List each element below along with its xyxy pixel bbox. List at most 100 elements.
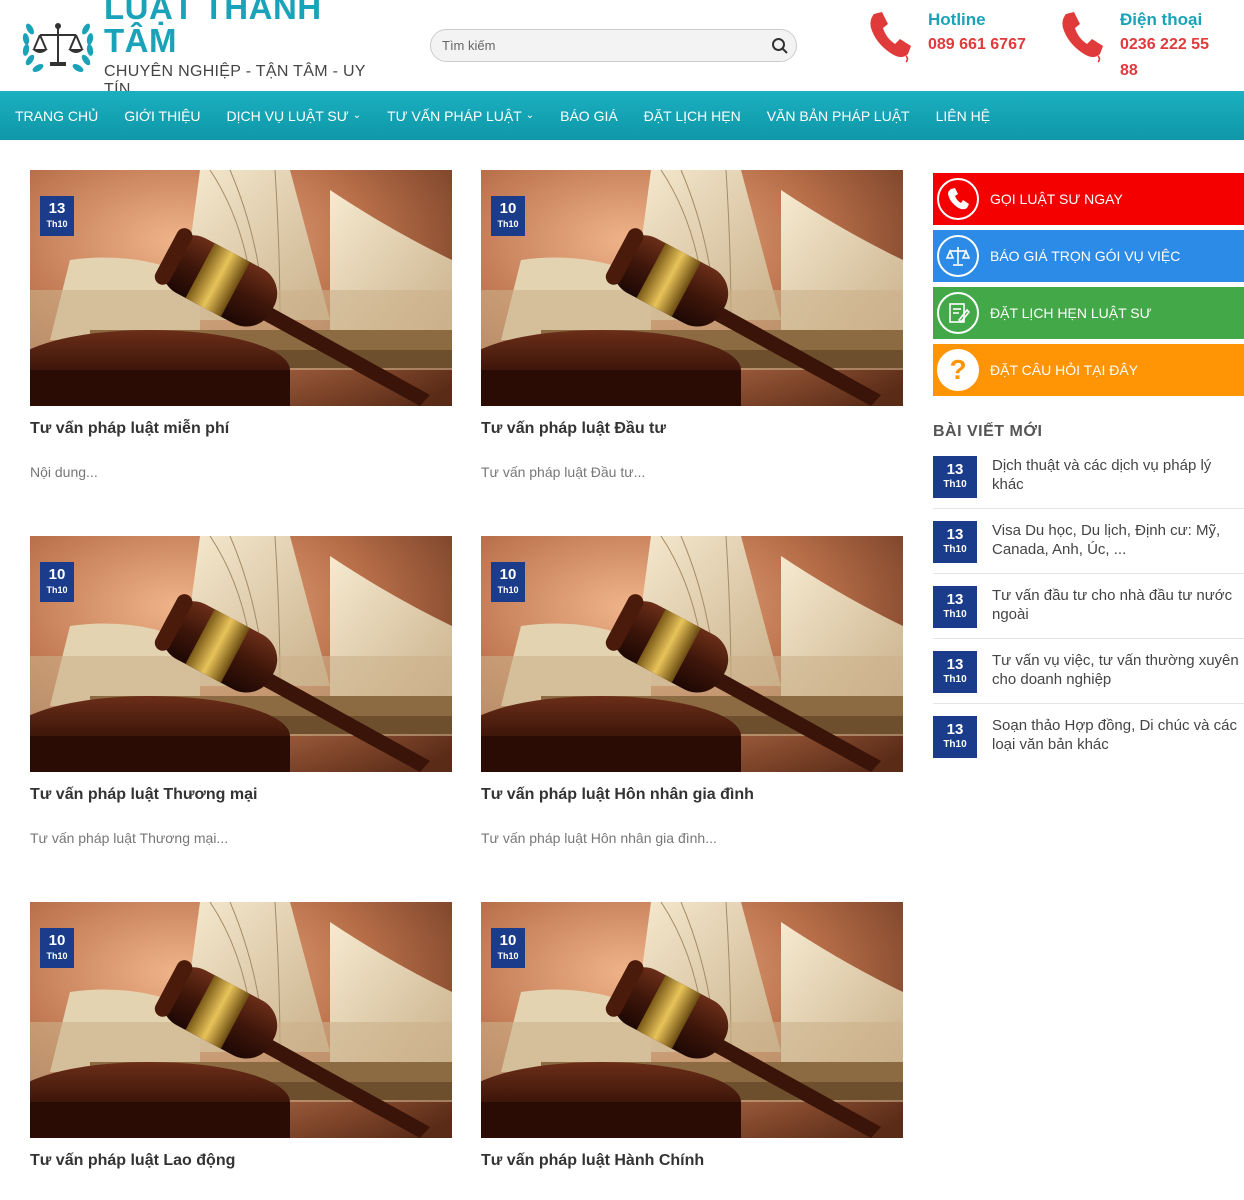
post-image[interactable]: 13 Th10 bbox=[30, 170, 452, 406]
date-month: Th10 bbox=[497, 219, 519, 229]
cta-label: ĐẶT CÂU HỎI TẠI ĐÂY bbox=[990, 362, 1139, 378]
divider bbox=[933, 638, 1244, 639]
site-header: LUẬT THANH TÂM CHUYÊN NGHIỆP - TẬN TÂM -… bbox=[0, 0, 1244, 98]
nav-contact[interactable]: LIÊN HỆ bbox=[936, 108, 990, 124]
post-excerpt: Tư vấn pháp luật Thương mại... bbox=[30, 830, 229, 846]
recent-posts-heading: BÀI VIẾT MỚI bbox=[933, 423, 1043, 440]
recent-post-item[interactable]: 13 Th10 Tư vấn vụ việc, tư vấn thường xuyê… bbox=[933, 651, 1244, 693]
book-appointment-button[interactable]: ĐẶT LỊCH HẸN LUẬT SƯ bbox=[933, 287, 1244, 339]
nav-about[interactable]: GIỚI THIỆU bbox=[124, 108, 200, 124]
date-month: Th10 bbox=[943, 739, 967, 750]
nav-label: TRANG CHỦ bbox=[15, 107, 99, 124]
post-card[interactable]: 10 Th10 Tư vấn pháp luật Thương mại Tư vấn … bbox=[30, 536, 452, 846]
nav-legal-advice[interactable]: TƯ VẤN PHÁP LUẬT ⌄ bbox=[387, 108, 534, 124]
search-bar bbox=[430, 29, 797, 62]
recent-post-title[interactable]: Tư vấn vụ việc, tư vấn thường xuyên cho … bbox=[992, 651, 1244, 693]
post-title[interactable]: Tư vấn pháp luật Lao động bbox=[30, 1152, 452, 1170]
phone-number-line2[interactable]: 88 bbox=[1120, 58, 1209, 84]
chevron-down-icon: ⌄ bbox=[525, 110, 535, 121]
post-image[interactable]: 10 Th10 bbox=[30, 902, 452, 1138]
post-excerpt: Tư vấn pháp luật Hôn nhân gia đình... bbox=[481, 830, 717, 846]
phone-number-line1[interactable]: 0236 222 55 bbox=[1120, 32, 1209, 58]
scales-icon bbox=[937, 235, 979, 277]
post-card[interactable]: 10 Th10 Tư vấn pháp luật Đầu tư Tư vấn pháp… bbox=[481, 170, 903, 480]
post-title[interactable]: Tư vấn pháp luật Đầu tư bbox=[481, 420, 903, 438]
nav-label: LIÊN HỆ bbox=[935, 107, 991, 124]
recent-post-item[interactable]: 13 Th10 Tư vấn đầu tư cho nhà đầu tư nước … bbox=[933, 586, 1244, 628]
date-month: Th10 bbox=[497, 585, 519, 595]
nav-label: BÁO GIÁ bbox=[560, 107, 618, 124]
recent-post-item[interactable]: 13 Th10 Dịch thuật và các dịch vụ pháp lý … bbox=[933, 456, 1244, 498]
nav-lawyer-services[interactable]: DỊCH VỤ LUẬT SƯ ⌄ bbox=[227, 108, 362, 124]
date-month: Th10 bbox=[46, 951, 68, 961]
date-badge: 13 Th10 bbox=[40, 196, 74, 236]
date-month: Th10 bbox=[943, 479, 967, 490]
date-badge: 13 Th10 bbox=[933, 586, 977, 628]
date-month: Th10 bbox=[46, 585, 68, 595]
nav-label: VĂN BẢN PHÁP LUẬT bbox=[766, 107, 910, 124]
post-card[interactable]: 10 Th10 Tư vấn pháp luật Hôn nhân gia đình… bbox=[481, 536, 903, 846]
post-title[interactable]: Tư vấn pháp luật miễn phí bbox=[30, 420, 452, 438]
price-quote-button[interactable]: BÁO GIÁ TRỌN GÓI VỤ VIỆC bbox=[933, 230, 1244, 282]
date-day: 10 bbox=[499, 566, 517, 583]
question-icon: ? bbox=[937, 349, 979, 391]
recent-post-item[interactable]: 13 Th10 Visa Du học, Du lịch, Định cư: Mỹ,… bbox=[933, 521, 1244, 563]
recent-post-title[interactable]: Tư vấn đầu tư cho nhà đầu tư nước ngoài bbox=[992, 586, 1244, 628]
date-day: 13 bbox=[946, 656, 964, 673]
date-day: 13 bbox=[946, 526, 964, 543]
scales-logo-icon bbox=[16, 7, 100, 83]
date-day: 10 bbox=[499, 200, 517, 217]
post-title[interactable]: Tư vấn pháp luật Hành Chính bbox=[481, 1152, 903, 1170]
date-badge: 10 Th10 bbox=[491, 928, 525, 968]
post-image[interactable]: 10 Th10 bbox=[30, 536, 452, 772]
post-title[interactable]: Tư vấn pháp luật Thương mại bbox=[30, 786, 452, 804]
date-badge: 10 Th10 bbox=[491, 196, 525, 236]
nav-label: ĐẶT LỊCH HẸN bbox=[643, 107, 741, 124]
post-image[interactable]: 10 Th10 bbox=[481, 536, 903, 772]
post-image[interactable]: 10 Th10 bbox=[481, 170, 903, 406]
hotline-contact[interactable]: Hotline 089 661 6767 bbox=[866, 8, 1026, 63]
nav-home[interactable]: TRANG CHỦ bbox=[15, 108, 98, 124]
hotline-number[interactable]: 089 661 6767 bbox=[928, 32, 1026, 58]
date-badge: 13 Th10 bbox=[933, 521, 977, 563]
date-badge: 13 Th10 bbox=[933, 716, 977, 758]
divider bbox=[933, 508, 1244, 509]
post-image[interactable]: 10 Th10 bbox=[481, 902, 903, 1138]
phone-contact[interactable]: Điện thoại 0236 222 55 88 bbox=[1058, 8, 1209, 84]
call-lawyer-button[interactable]: GỌI LUẬT SƯ NGAY bbox=[933, 173, 1244, 225]
ask-question-button[interactable]: ? ĐẶT CÂU HỎI TẠI ĐÂY bbox=[933, 344, 1244, 396]
search-input[interactable] bbox=[431, 30, 764, 61]
post-card[interactable]: 13 Th10 Tư vấn pháp luật miễn phí Nội dung.… bbox=[30, 170, 452, 480]
nav-appointment[interactable]: ĐẶT LỊCH HẸN bbox=[644, 108, 741, 124]
post-card[interactable]: 10 Th10 Tư vấn pháp luật Lao động bbox=[30, 902, 452, 1196]
date-badge: 10 Th10 bbox=[491, 562, 525, 602]
post-title[interactable]: Tư vấn pháp luật Hôn nhân gia đình bbox=[481, 786, 903, 804]
nav-legal-documents[interactable]: VĂN BẢN PHÁP LUẬT bbox=[767, 108, 910, 124]
search-icon[interactable] bbox=[764, 30, 796, 62]
recent-post-title[interactable]: Soạn thảo Hợp đồng, Di chúc và các loại … bbox=[992, 716, 1244, 758]
date-month: Th10 bbox=[497, 951, 519, 961]
phone-label: Điện thoại bbox=[1120, 10, 1203, 29]
post-card[interactable]: 10 Th10 Tư vấn pháp luật Hành Chính bbox=[481, 902, 903, 1196]
cta-label: BÁO GIÁ TRỌN GÓI VỤ VIỆC bbox=[990, 248, 1181, 264]
post-excerpt: Tư vấn pháp luật Đầu tư... bbox=[481, 464, 646, 480]
date-badge: 10 Th10 bbox=[40, 928, 74, 968]
logo-title: LUẬT THANH TÂM bbox=[104, 0, 322, 59]
recent-post-item[interactable]: 13 Th10 Soạn thảo Hợp đồng, Di chúc và các… bbox=[933, 716, 1244, 758]
nav-label: GIỚI THIỆU bbox=[124, 107, 201, 124]
main-nav: TRANG CHỦ GIỚI THIỆU DỊCH VỤ LUẬT SƯ ⌄ TƯ… bbox=[0, 91, 1244, 140]
date-day: 10 bbox=[48, 566, 66, 583]
date-day: 13 bbox=[48, 200, 66, 217]
site-logo[interactable]: LUẬT THANH TÂM CHUYÊN NGHIỆP - TẬN TÂM -… bbox=[16, 0, 386, 98]
cta-label: ĐẶT LỊCH HẸN LUẬT SƯ bbox=[990, 305, 1152, 321]
date-day: 10 bbox=[48, 932, 66, 949]
edit-document-icon bbox=[937, 292, 979, 334]
recent-post-title[interactable]: Dịch thuật và các dịch vụ pháp lý khác bbox=[992, 456, 1244, 498]
date-day: 13 bbox=[946, 591, 964, 608]
recent-post-title[interactable]: Visa Du học, Du lịch, Định cư: Mỹ, Canad… bbox=[992, 521, 1244, 563]
date-month: Th10 bbox=[943, 609, 967, 620]
chevron-down-icon: ⌄ bbox=[352, 110, 362, 121]
date-day: 13 bbox=[946, 721, 964, 738]
nav-pricing[interactable]: BÁO GIÁ bbox=[560, 108, 618, 124]
date-badge: 13 Th10 bbox=[933, 651, 977, 693]
